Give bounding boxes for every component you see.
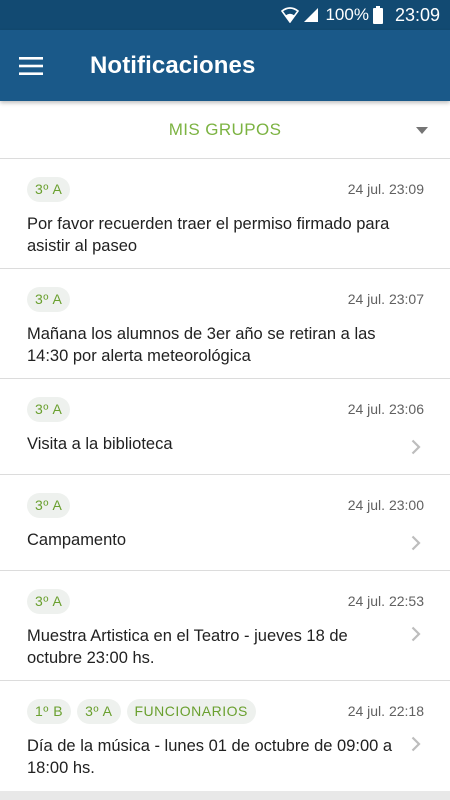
group-badge: 3º A [77, 698, 121, 724]
notification-time: 24 jul. 23:09 [347, 181, 424, 197]
page-title: Notificaciones [90, 51, 256, 79]
list-bottom-edge [0, 791, 450, 800]
notification-time: 24 jul. 22:53 [347, 593, 424, 609]
dropdown-arrow-icon [416, 127, 428, 134]
group-badges: 3º A [27, 286, 348, 312]
notification-list: 3º A 24 jul. 23:09 Por favor recuerden t… [0, 159, 450, 791]
chevron-right-icon [411, 439, 421, 455]
group-badges: 1º B 3º A FUNCIONARIOS [27, 698, 348, 724]
group-selector-dropdown[interactable]: MIS GRUPOS [0, 101, 450, 159]
group-badge: 3º A [27, 492, 71, 518]
group-selector-label: MIS GRUPOS [168, 119, 282, 139]
group-badges: 3º A [27, 588, 348, 614]
hamburger-menu-icon [19, 56, 43, 75]
group-badge: FUNCIONARIOS [126, 698, 256, 724]
battery-percent: 100% [325, 5, 369, 24]
app-bar: Notificaciones [0, 30, 450, 101]
notification-message: Visita a la biblioteca [27, 435, 173, 453]
wifi-icon [281, 7, 300, 23]
chevron-right-icon [411, 626, 421, 642]
notification-item[interactable]: 3º A 24 jul. 23:06 Visita a la bibliotec… [0, 379, 450, 475]
notification-message: Día de la música - lunes 01 de octubre d… [27, 737, 393, 777]
notification-message: Por favor recuerden traer el permiso fir… [27, 215, 390, 255]
status-clock: 23:09 [394, 4, 440, 25]
group-badge: 3º A [27, 176, 71, 202]
notification-message: Muestra Artistica en el Teatro - jueves … [27, 627, 348, 667]
signal-icon [304, 8, 319, 22]
chevron-right-icon [411, 736, 421, 752]
notification-item[interactable]: 3º A 24 jul. 23:07 Mañana los alumnos de… [0, 269, 450, 379]
notification-time: 24 jul. 23:06 [347, 401, 424, 417]
notification-time: 24 jul. 22:18 [347, 703, 424, 719]
notification-message: Campamento [27, 531, 127, 549]
notification-item[interactable]: 1º B 3º A FUNCIONARIOS 24 jul. 22:18 Día… [0, 681, 450, 791]
status-bar: 100% 23:09 [0, 0, 450, 30]
group-badge: 1º B [27, 698, 72, 724]
group-badge: 3º A [27, 286, 71, 312]
notification-message: Mañana los alumnos de 3er año se retiran… [27, 325, 376, 365]
chevron-right-icon [411, 535, 421, 551]
battery-icon [372, 6, 383, 24]
notification-time: 24 jul. 23:07 [347, 291, 424, 307]
group-badges: 3º A [27, 492, 348, 518]
notification-item[interactable]: 3º A 24 jul. 22:53 Muestra Artistica en … [0, 571, 450, 681]
group-badge: 3º A [27, 396, 71, 422]
notification-time: 24 jul. 23:00 [347, 497, 424, 513]
notification-item[interactable]: 3º A 24 jul. 23:00 Campamento [0, 475, 450, 571]
group-badges: 3º A [27, 176, 348, 202]
menu-button[interactable] [0, 30, 60, 101]
group-badge: 3º A [27, 588, 71, 614]
notification-item[interactable]: 3º A 24 jul. 23:09 Por favor recuerden t… [0, 159, 450, 269]
group-badges: 3º A [27, 396, 348, 422]
